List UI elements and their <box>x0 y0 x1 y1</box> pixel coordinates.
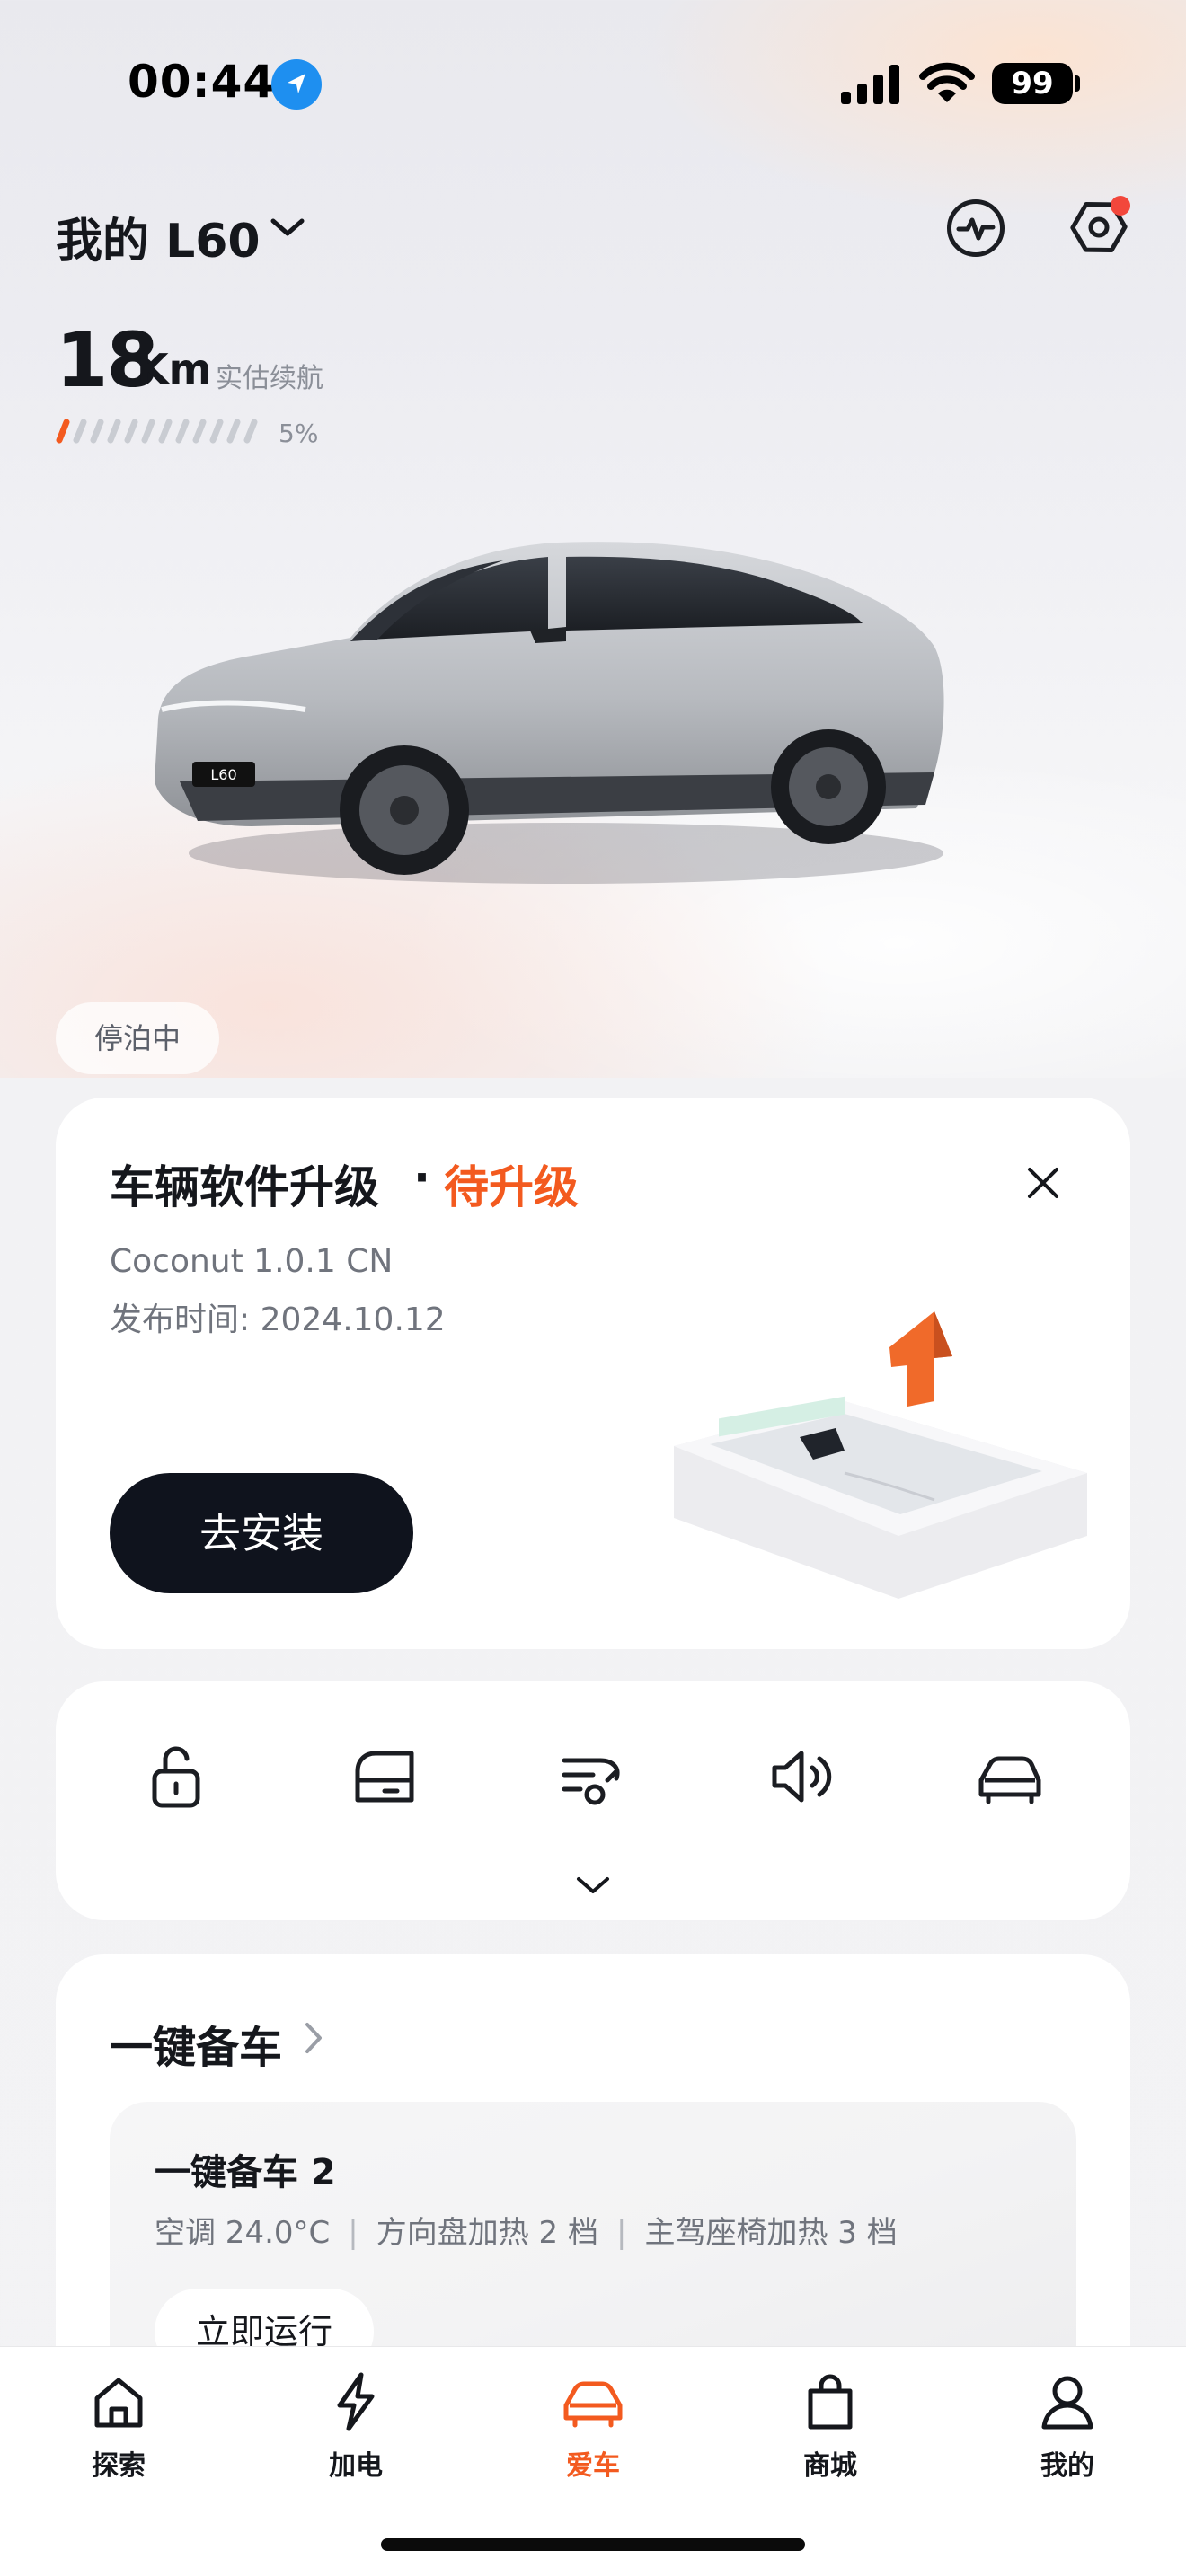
preset-detail-seat-heat: 主驾座椅加热 3 档 <box>644 2215 898 2251</box>
update-title: 车辆软件升级 <box>110 1161 379 1213</box>
range-unit: Km <box>137 345 212 393</box>
car-lights-icon[interactable] <box>974 1741 1046 1813</box>
battery-level-bar <box>56 419 258 444</box>
chevron-right-icon[interactable] <box>302 2019 325 2057</box>
lightning-icon <box>337 2372 375 2431</box>
preset-detail-ac: 空调 24.0°C <box>155 2215 331 2251</box>
car-selector-title[interactable]: 我的 L60 <box>56 203 261 270</box>
one-key-ready-title[interactable]: 一键备车 <box>110 2012 282 2075</box>
tab-store[interactable]: 商城 <box>767 2369 893 2483</box>
wifi-icon <box>919 62 975 102</box>
car-image: L60 <box>155 542 944 884</box>
tab-label: 探索 <box>92 2450 146 2482</box>
tab-explore[interactable]: 探索 <box>56 2369 181 2483</box>
status-time: 00:44 <box>128 56 276 108</box>
tab-label: 爱车 <box>566 2450 620 2482</box>
parking-status-chip: 停泊中 <box>56 1002 219 1074</box>
battery-segment-empty <box>141 419 155 444</box>
ventilation-icon[interactable] <box>557 1741 629 1813</box>
battery-segment-filled <box>56 419 70 444</box>
update-title-separator: · <box>413 1151 430 1204</box>
battery-segment-empty <box>209 419 224 444</box>
close-icon[interactable] <box>1022 1162 1064 1204</box>
battery-segment-empty <box>243 419 258 444</box>
shopping-bag-icon <box>808 2374 853 2430</box>
license-plate-text: L60 <box>210 766 236 783</box>
battery-segment-empty <box>124 419 138 444</box>
update-status: 待升级 <box>444 1161 579 1213</box>
battery-segment-empty <box>107 419 121 444</box>
update-release-date: 发布时间: 2024.10.12 <box>110 1301 446 1338</box>
battery-segment-empty <box>90 419 104 444</box>
tab-charging[interactable]: 加电 <box>293 2369 419 2483</box>
car-icon <box>563 2381 623 2428</box>
unlock-icon[interactable] <box>140 1741 212 1813</box>
pulse-icon <box>956 217 996 241</box>
preset-detail-wheel-heat: 方向盘加热 2 档 <box>376 2215 598 2251</box>
tab-me[interactable]: 我的 <box>1005 2369 1130 2483</box>
home-indicator <box>381 2538 805 2551</box>
range-label: 实估续航 <box>216 363 323 394</box>
horn-icon[interactable] <box>766 1741 837 1813</box>
upgrade-illustration <box>674 1311 1087 1599</box>
cellular-signal-icon <box>841 65 899 104</box>
tab-label: 商城 <box>803 2450 857 2482</box>
location-arrow-icon <box>271 59 322 110</box>
battery-segment-empty <box>73 419 87 444</box>
trunk-icon[interactable] <box>349 1741 420 1813</box>
update-version: Coconut 1.0.1 CN <box>110 1243 394 1280</box>
battery-segment-empty <box>226 419 241 444</box>
battery-percent: 5% <box>279 419 319 448</box>
preset-name: 一键备车 2 <box>155 2152 336 2193</box>
notification-dot <box>1111 196 1130 216</box>
battery-segment-empty <box>175 419 190 444</box>
person-icon <box>1041 2376 1093 2430</box>
home-icon <box>94 2378 143 2428</box>
tab-my-car[interactable]: 爱车 <box>530 2369 656 2483</box>
preset-details: 空调 24.0°C | 方向盘加热 2 档 | 主驾座椅加热 3 档 <box>155 2208 898 2252</box>
detail-separator: | <box>615 2215 627 2251</box>
vehicle-diagnostics-button[interactable] <box>947 199 1005 257</box>
expand-controls-chevron-icon[interactable] <box>573 1874 613 1899</box>
detail-separator: | <box>348 2215 358 2251</box>
battery-indicator: 99 <box>992 63 1073 104</box>
tab-label: 加电 <box>329 2450 383 2482</box>
battery-segment-empty <box>192 419 207 444</box>
battery-segment-empty <box>158 419 173 444</box>
battery-tip <box>1075 75 1080 92</box>
chevron-down-icon[interactable] <box>268 214 307 241</box>
tab-label: 我的 <box>1040 2450 1094 2482</box>
install-button[interactable]: 去安装 <box>110 1473 413 1593</box>
